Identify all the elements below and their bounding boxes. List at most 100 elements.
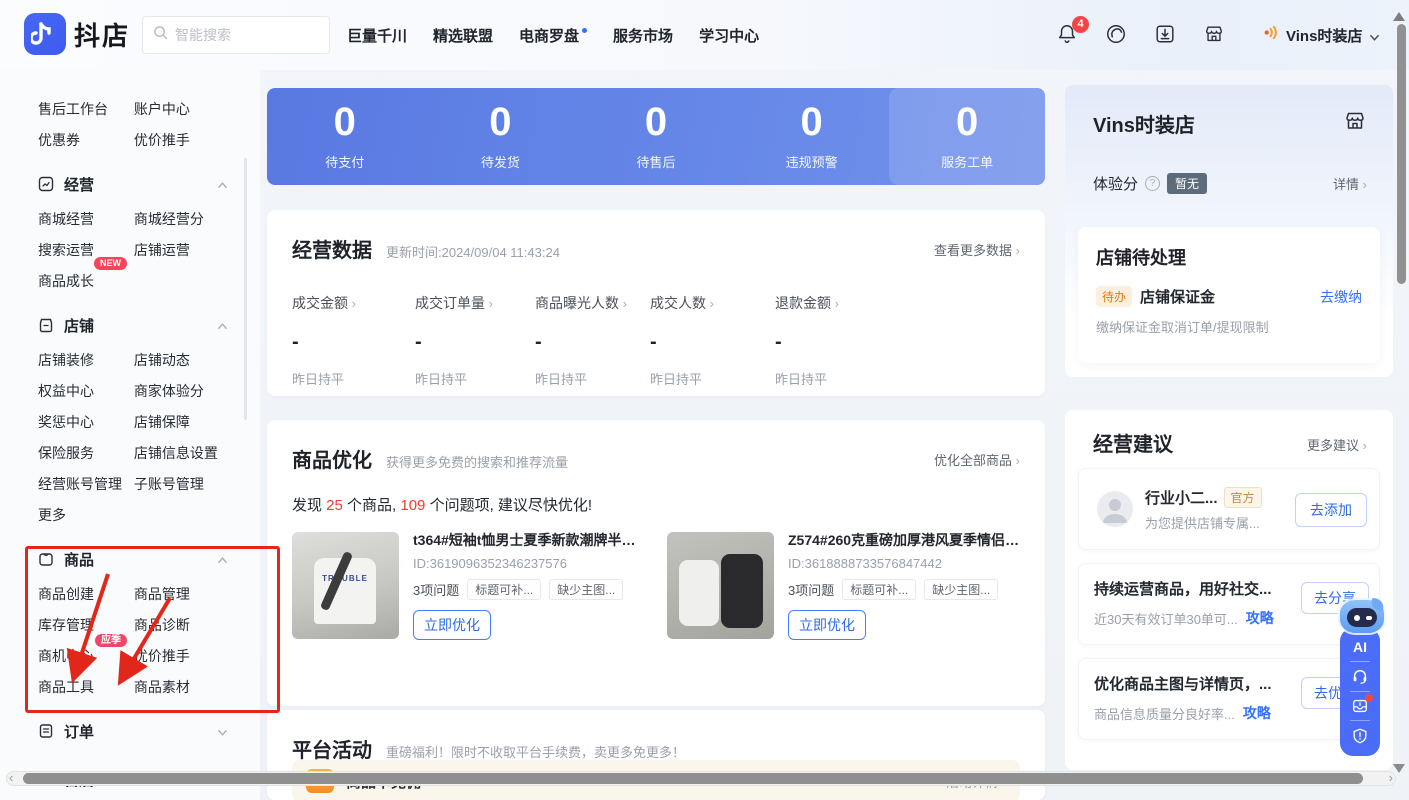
sidebar-item-more[interactable]: 更多 bbox=[38, 500, 130, 531]
sidebar-item-merchant-score[interactable]: 商家体验分 bbox=[134, 376, 204, 407]
nav-juliang-qianchuan[interactable]: 巨量千川 bbox=[347, 25, 407, 46]
pay-deposit-link[interactable]: 去缴纳 bbox=[1320, 287, 1362, 307]
sidebar-item-rights-center[interactable]: 权益中心 bbox=[38, 376, 130, 407]
chevron-down-icon[interactable] bbox=[217, 725, 228, 743]
issue-tag[interactable]: 缺少主图... bbox=[549, 579, 623, 600]
sidebar-item-reward-center[interactable]: 奖惩中心 bbox=[38, 407, 130, 438]
sidebar-section-business[interactable]: 经营 bbox=[38, 164, 228, 204]
add-advisor-button[interactable]: 去添加 bbox=[1295, 493, 1367, 527]
shield-icon[interactable] bbox=[1351, 727, 1369, 745]
sidebar-item-shop-info[interactable]: 店铺信息设置 bbox=[134, 438, 218, 469]
global-search[interactable] bbox=[142, 16, 330, 54]
product-title[interactable]: Z574#260克重磅加厚港风夏季情侣潮... bbox=[788, 530, 1022, 550]
shop-switcher[interactable]: Vins时装店 bbox=[1262, 0, 1379, 70]
scrollbar-right-arrow[interactable]: › bbox=[1389, 770, 1393, 785]
product-photo[interactable] bbox=[667, 532, 774, 639]
optimize-now-button[interactable]: 立即优化 bbox=[413, 610, 491, 640]
sidebar-item-product-growth[interactable]: 商品成长NEW bbox=[38, 266, 130, 297]
metric-value: - bbox=[535, 331, 650, 354]
scrollbar-up-arrow[interactable] bbox=[1393, 6, 1405, 21]
sidebar-item-product-tools[interactable]: 商品工具 bbox=[38, 672, 130, 703]
nav-jingxuan-lianmeng[interactable]: 精选联盟 bbox=[433, 25, 493, 46]
sidebar-item-product-manage[interactable]: 商品管理 bbox=[134, 579, 190, 610]
metric-refund[interactable]: 退款金额 - 昨日持平 bbox=[775, 293, 839, 388]
bell-icon[interactable]: 4 bbox=[1056, 23, 1080, 47]
sidebar-section-orders[interactable]: 订单 bbox=[38, 711, 228, 751]
sidebar-item-mall-business[interactable]: 商城经营 bbox=[38, 204, 130, 235]
sidebar-section-products[interactable]: 商品 bbox=[38, 539, 228, 579]
stat-service-ticket[interactable]: 0 服务工单 bbox=[889, 88, 1045, 185]
optimize-all-link[interactable]: 优化全部商品 bbox=[934, 450, 1020, 469]
top-nav: 巨量千川 精选联盟 电商罗盘 服务市场 学习中心 bbox=[347, 0, 759, 70]
todo-description: 缴纳保证金取消订单/提现限制 bbox=[1096, 317, 1362, 336]
pending-stats-banner: 0 待支付 0 待发货 0 待售后 0 违规预警 0 服务工单 bbox=[267, 88, 1045, 185]
optimize-now-button[interactable]: 立即优化 bbox=[788, 610, 866, 640]
sidebar-item-opportunity-center[interactable]: 商机中心应季 bbox=[38, 641, 130, 672]
nav-xuexi-zhongxin[interactable]: 学习中心 bbox=[699, 25, 759, 46]
scrollbar-left-arrow[interactable]: ‹ bbox=[9, 770, 13, 785]
sidebar-scrollbar[interactable] bbox=[244, 158, 247, 420]
sidebar-item-coupons[interactable]: 优惠券 bbox=[38, 125, 130, 156]
sidebar-item-price-promoter[interactable]: 优价推手 bbox=[134, 125, 190, 156]
sidebar-item-subaccount-mgmt[interactable]: 子账号管理 bbox=[134, 469, 204, 500]
sidebar-item-shop-protection[interactable]: 店铺保障 bbox=[134, 407, 190, 438]
horizontal-scrollbar-thumb[interactable] bbox=[23, 773, 1363, 784]
headset-icon[interactable] bbox=[1351, 667, 1369, 685]
issue-tag[interactable]: 标题可补... bbox=[467, 579, 541, 600]
sidebar-item-account-mgmt[interactable]: 经营账号管理 bbox=[38, 469, 130, 500]
score-detail-link[interactable]: 详情 bbox=[1333, 174, 1367, 193]
strategy-link[interactable]: 攻略 bbox=[1246, 608, 1274, 628]
chevron-up-icon[interactable] bbox=[217, 319, 228, 337]
sidebar-item-product-material[interactable]: 商品素材 bbox=[134, 672, 190, 703]
sidebar-item-product-create[interactable]: 商品创建 bbox=[38, 579, 130, 610]
help-icon[interactable]: ? bbox=[1145, 176, 1160, 191]
sidebar-item-aftersale-workbench[interactable]: 售后工作台 bbox=[38, 94, 130, 125]
metric-exposure[interactable]: 商品曝光人数 - 昨日持平 bbox=[535, 293, 650, 388]
chevron-up-icon[interactable] bbox=[217, 178, 228, 196]
sidebar-item-product-diagnosis[interactable]: 商品诊断 bbox=[134, 610, 190, 641]
metric-orders[interactable]: 成交订单量 - 昨日持平 bbox=[415, 293, 535, 388]
more-advice-link[interactable]: 更多建议 bbox=[1307, 435, 1367, 454]
score-label: 体验分 bbox=[1093, 173, 1138, 194]
sidebar-item-insurance[interactable]: 保险服务 bbox=[38, 438, 130, 469]
storefront-icon[interactable] bbox=[1343, 109, 1367, 138]
deposit-item[interactable]: 店铺保证金 bbox=[1140, 286, 1215, 307]
chevron-up-icon[interactable] bbox=[217, 553, 228, 571]
view-more-data-link[interactable]: 查看更多数据 bbox=[934, 240, 1020, 259]
sidebar-item-mall-score[interactable]: 商城经营分 bbox=[134, 204, 204, 235]
sidebar-item-price-promoter2[interactable]: 优价推手 bbox=[134, 641, 190, 672]
customer-service-icon[interactable] bbox=[1105, 23, 1129, 47]
sidebar-item-shop-news[interactable]: 店铺动态 bbox=[134, 345, 190, 376]
app-logo[interactable]: 抖店 bbox=[24, 13, 130, 55]
vertical-scrollbar-thumb[interactable] bbox=[1397, 24, 1406, 284]
metric-buyers[interactable]: 成交人数 - 昨日持平 bbox=[650, 293, 775, 388]
sidebar-item-shop-ops[interactable]: 店铺运营 bbox=[134, 235, 190, 266]
sidebar-section-shop[interactable]: 店铺 bbox=[38, 305, 228, 345]
issue-tag[interactable]: 标题可补... bbox=[842, 579, 916, 600]
business-data-card: 经营数据 更新时间:2024/09/04 11:43:24 查看更多数据 成交金… bbox=[267, 210, 1045, 396]
issue-tag[interactable]: 缺少主图... bbox=[924, 579, 998, 600]
download-icon[interactable] bbox=[1154, 23, 1178, 47]
search-input[interactable] bbox=[175, 27, 319, 43]
strategy-link[interactable]: 攻略 bbox=[1243, 703, 1271, 723]
sidebar-item-shop-decor[interactable]: 店铺装修 bbox=[38, 345, 130, 376]
nav-fuwu-shichang[interactable]: 服务市场 bbox=[613, 25, 673, 46]
ai-assistant-button[interactable]: AI bbox=[1353, 639, 1367, 655]
metric-trend: 昨日持平 bbox=[650, 369, 775, 388]
stat-pending-shipment[interactable]: 0 待发货 bbox=[423, 88, 579, 185]
horizontal-scrollbar[interactable]: ‹ › bbox=[6, 771, 1396, 786]
stat-pending-payment[interactable]: 0 待支付 bbox=[267, 88, 423, 185]
product-photo[interactable]: TROUBLE bbox=[292, 532, 399, 639]
storefront-icon[interactable] bbox=[1203, 23, 1227, 47]
ai-robot-mascot[interactable] bbox=[1337, 593, 1387, 637]
stat-label: 服务工单 bbox=[941, 152, 993, 171]
product-title[interactable]: t364#短袖t恤男士夏季新款潮牌半袖... bbox=[413, 530, 647, 550]
sidebar-item-account-center[interactable]: 账户中心 bbox=[134, 94, 190, 125]
metric-gmv[interactable]: 成交金额 - 昨日持平 bbox=[292, 293, 415, 388]
nav-dianshang-luopan[interactable]: 电商罗盘 bbox=[519, 25, 587, 46]
stat-pending-aftersale[interactable]: 0 待售后 bbox=[578, 88, 734, 185]
inbox-icon[interactable] bbox=[1351, 697, 1369, 715]
todo-badge: 待办 bbox=[1096, 286, 1132, 307]
sidebar: 售后工作台 账户中心 优惠券 优价推手 经营 商城经营 商城经营分 搜索运营 店… bbox=[38, 94, 228, 799]
stat-violation-warning[interactable]: 0 违规预警 bbox=[734, 88, 890, 185]
